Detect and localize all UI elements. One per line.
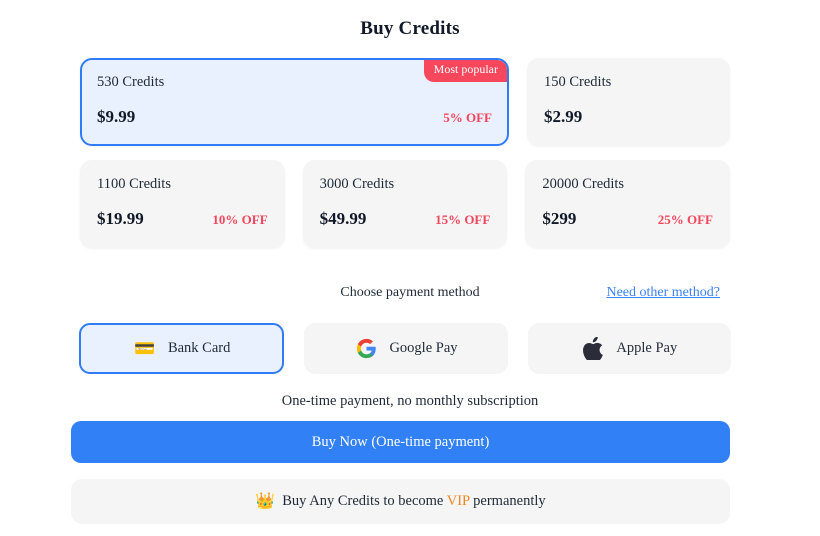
vip-text-before: Buy Any Credits to become xyxy=(282,493,447,509)
payment-method-apple-pay[interactable]: Apple Pay xyxy=(527,323,731,374)
credit-package-card[interactable]: 1100 Credits $19.99 10% OFF xyxy=(80,160,285,248)
buy-credits-page: Buy Credits Most popular 530 Credits $9.… xyxy=(0,0,820,536)
vip-keyword: VIP xyxy=(446,493,470,509)
package-price-row: $2.99 xyxy=(544,107,713,127)
package-price: $19.99 xyxy=(97,208,144,228)
credit-card-icon: 💳 xyxy=(134,339,156,358)
package-price-row: $9.99 5% OFF xyxy=(97,107,492,127)
package-price: $9.99 xyxy=(97,106,136,126)
google-logo-icon xyxy=(354,337,378,361)
credit-package-card[interactable]: Most popular 530 Credits $9.99 5% OFF xyxy=(80,58,509,146)
package-discount: 5% OFF xyxy=(443,109,492,125)
vip-promo-banner[interactable]: 👑 Buy Any Credits to become VIP permanen… xyxy=(71,479,730,524)
payment-method-bank-card[interactable]: 💳 Bank Card xyxy=(79,323,285,374)
payment-method-google-pay[interactable]: Google Pay xyxy=(304,323,508,374)
package-price: $299 xyxy=(542,208,577,228)
payment-method-label: Apple Pay xyxy=(616,340,678,356)
package-credits-label: 1100 Credits xyxy=(97,176,171,192)
credit-package-card[interactable]: 150 Credits $2.99 xyxy=(527,58,730,146)
one-time-payment-note: One-time payment, no monthly subscriptio… xyxy=(281,393,539,409)
payment-method-header: Choose payment method Need other method? xyxy=(0,285,820,305)
credit-package-card[interactable]: 3000 Credits $49.99 15% OFF xyxy=(302,160,508,248)
payment-method-label: Bank Card xyxy=(167,340,231,356)
apple-logo-icon xyxy=(581,337,605,361)
package-price: $49.99 xyxy=(319,208,367,228)
package-credits-label: 3000 Credits xyxy=(319,176,395,192)
package-price: $2.99 xyxy=(544,106,583,126)
package-credits-label: 20000 Credits xyxy=(542,176,625,192)
page-title: Buy Credits xyxy=(360,18,460,39)
vip-text-after: permanently xyxy=(469,493,546,509)
payment-method-label: Google Pay xyxy=(389,340,458,356)
package-credits-label: 150 Credits xyxy=(544,74,612,90)
packages-row-bottom: 1100 Credits $19.99 10% OFF 3000 Credits… xyxy=(80,160,730,248)
most-popular-badge: Most popular xyxy=(423,60,507,82)
crown-icon: 👑 xyxy=(255,492,276,510)
package-discount: 25% OFF xyxy=(657,211,713,227)
package-discount: 15% OFF xyxy=(435,211,491,227)
vip-promo-text: Buy Any Credits to become VIP permanentl… xyxy=(282,493,545,510)
package-discount: 10% OFF xyxy=(212,211,268,227)
payment-methods-list: 💳 Bank Card Google Pay Apple Pay xyxy=(79,323,731,374)
packages-row-top: Most popular 530 Credits $9.99 5% OFF 15… xyxy=(80,58,730,146)
package-price-row: $49.99 15% OFF xyxy=(320,209,491,229)
package-price-row: $19.99 10% OFF xyxy=(97,209,268,229)
package-price-row: $299 25% OFF xyxy=(542,209,713,229)
need-other-method-link[interactable]: Need other method? xyxy=(606,285,720,301)
credit-packages-grid: Most popular 530 Credits $9.99 5% OFF 15… xyxy=(80,58,730,248)
buy-now-button[interactable]: Buy Now (One-time payment) xyxy=(71,421,730,463)
credit-package-card[interactable]: 20000 Credits $299 25% OFF xyxy=(525,160,730,248)
